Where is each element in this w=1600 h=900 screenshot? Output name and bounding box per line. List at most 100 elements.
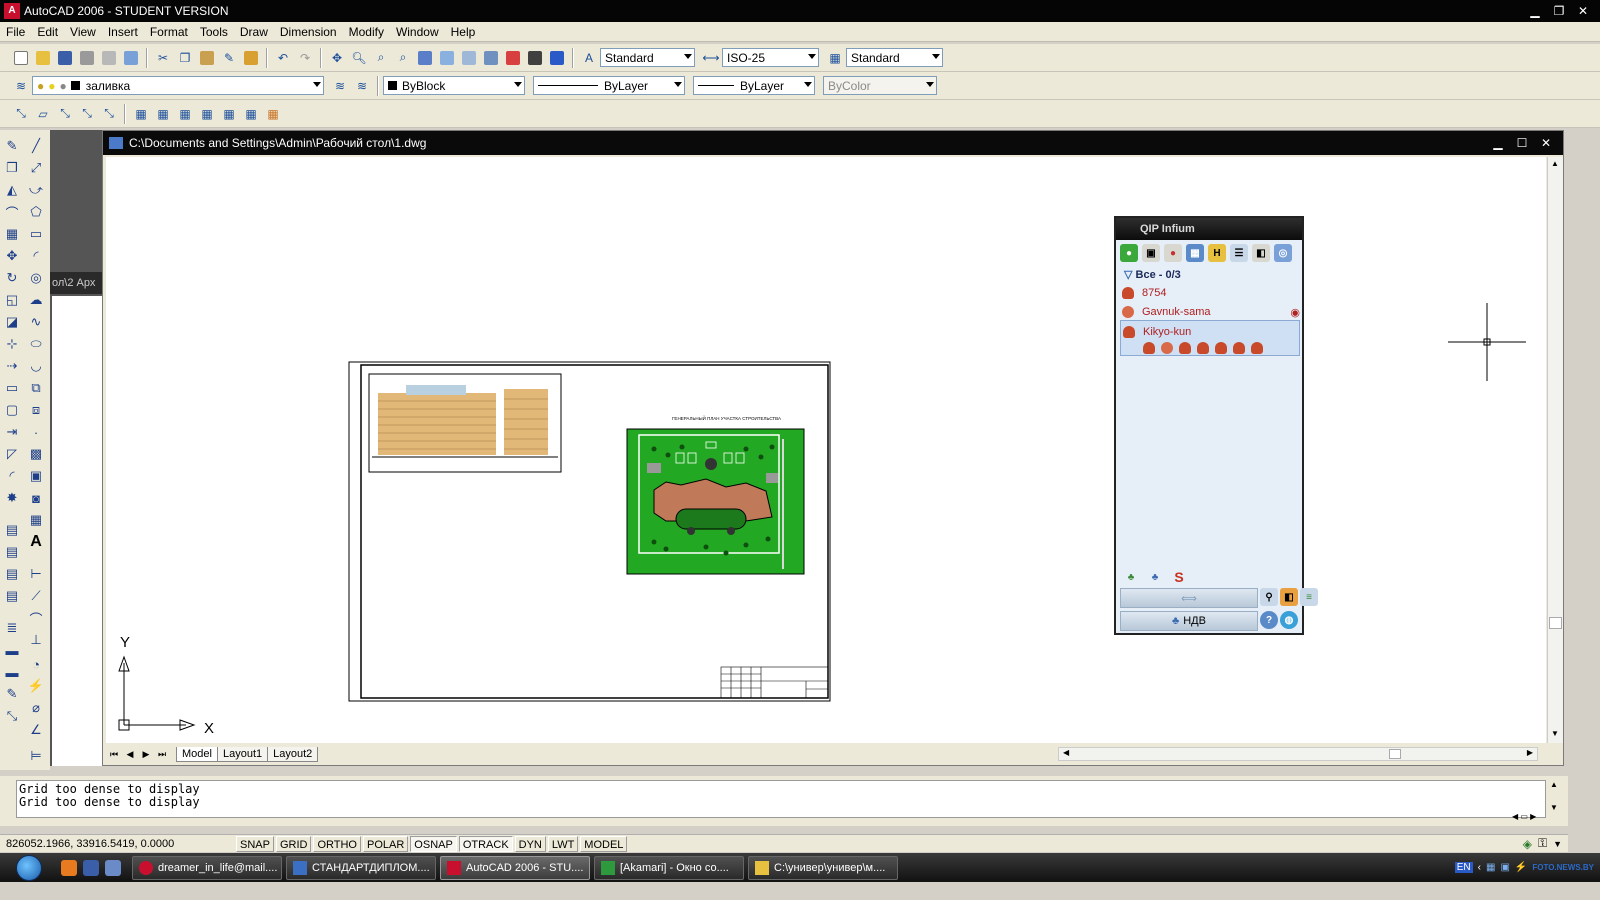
menu-dimension[interactable]: Dimension	[274, 25, 343, 39]
modify-ii-icon-5[interactable]: ⤡	[2, 706, 22, 726]
join-icon[interactable]: ⇥	[2, 422, 22, 442]
tool-palettes-icon[interactable]	[459, 48, 479, 68]
copy-icon[interactable]: ❐	[175, 48, 195, 68]
fillet-icon[interactable]: ◜	[2, 466, 22, 486]
aligned-dim-icon[interactable]: ⟋	[26, 586, 46, 606]
language-indicator[interactable]: EN	[1454, 862, 1473, 873]
qip-history-icon[interactable]: ▣	[1142, 244, 1160, 262]
snap-toggle[interactable]: SNAP	[236, 835, 274, 852]
layer-previous-icon[interactable]: ≋	[352, 76, 372, 96]
new-icon[interactable]	[11, 48, 31, 68]
qip-find-icon[interactable]: ⚲	[1260, 588, 1278, 606]
modify-ii-icon-4[interactable]: ✎	[2, 684, 22, 704]
erase-icon[interactable]: ✎	[2, 136, 22, 156]
stretch-icon[interactable]: ◪	[2, 312, 22, 332]
sheet-set-icon[interactable]	[481, 48, 501, 68]
monitor-icon[interactable]: ▣	[1500, 862, 1509, 873]
modify-ii-icon-2[interactable]: ▬	[2, 640, 22, 660]
hatch-icon[interactable]: ▩	[26, 444, 46, 464]
zoom-window-icon[interactable]: ⌕	[371, 48, 391, 68]
model-space-canvas[interactable]: ГЕНЕРАЛЬНЫЙ ПЛАН УЧАСТКА СТРОИТЕЛЬСТВА Y…	[106, 157, 1546, 743]
doc-minimize-icon[interactable]: ▁	[1487, 134, 1509, 152]
modify-ii-icon-3[interactable]: ▬	[2, 662, 22, 682]
lineweight-select[interactable]: ByLayer	[693, 76, 815, 95]
minimize-icon[interactable]: ▁	[1524, 2, 1546, 20]
dyn-toggle[interactable]: DYN	[514, 835, 546, 852]
horizontal-scrollbar[interactable]: ◀ ▶	[1058, 747, 1538, 761]
save-icon[interactable]	[55, 48, 75, 68]
quick-dim-icon[interactable]: ⊨	[26, 746, 46, 766]
jogged-icon[interactable]: ⚡	[26, 676, 46, 696]
table-icon-3[interactable]: ▦	[175, 104, 195, 124]
text-style-select[interactable]: Standard	[600, 48, 695, 67]
table-icon-2[interactable]: ▦	[153, 104, 173, 124]
menu-draw[interactable]: Draw	[234, 25, 274, 39]
array-icon[interactable]: ▦	[2, 224, 22, 244]
ellipse-icon[interactable]: ⬭	[26, 334, 46, 354]
polygon-icon[interactable]: ⬠	[26, 202, 46, 222]
match-properties-icon[interactable]: ✎	[219, 48, 239, 68]
grid-toggle[interactable]: GRID	[275, 835, 312, 852]
first-tab-icon[interactable]: ⏮	[106, 747, 122, 762]
calculator-icon[interactable]	[525, 48, 545, 68]
draworder-icon-4[interactable]: ▤	[2, 586, 22, 606]
construction-line-icon[interactable]: ⤢	[26, 158, 46, 178]
network-icon[interactable]: ▦	[1486, 862, 1495, 873]
doc-maximize-icon[interactable]: ☐	[1511, 134, 1533, 152]
menu-modify[interactable]: Modify	[343, 25, 390, 39]
menu-window[interactable]: Window	[390, 25, 445, 39]
gradient-icon[interactable]: ▣	[26, 466, 46, 486]
horizontal-scroll-thumb[interactable]	[1389, 749, 1401, 759]
polyline-icon[interactable]: ⤻	[26, 180, 46, 200]
linear-dim-icon[interactable]: ⊢	[26, 564, 46, 584]
prev-tab-icon[interactable]: ◀	[122, 747, 138, 762]
copy-object-icon[interactable]: ❐	[2, 158, 22, 178]
firefox-icon[interactable]	[61, 859, 77, 876]
command-hscroll[interactable]: ◀ ▭ ▶	[1512, 812, 1552, 822]
scroll-up-icon[interactable]: ▲	[1551, 159, 1559, 168]
break-at-point-icon[interactable]: ▭	[2, 378, 22, 398]
scroll-up-icon[interactable]: ▲	[1546, 780, 1562, 789]
scroll-left-icon[interactable]: ◀	[1063, 748, 1069, 757]
draworder-icon-3[interactable]: ▤	[2, 564, 22, 584]
scroll-down-icon[interactable]: ▼	[1546, 803, 1562, 812]
menu-file[interactable]: File	[0, 25, 31, 39]
close-icon[interactable]: ✕	[1572, 2, 1594, 20]
qip-list-icon[interactable]: ☰	[1230, 244, 1248, 262]
qip-s-icon[interactable]: S	[1170, 568, 1188, 586]
cut-icon[interactable]: ✂	[153, 48, 173, 68]
ordinate-icon[interactable]: ⊥	[26, 630, 46, 650]
help-icon[interactable]	[547, 48, 567, 68]
open-icon[interactable]	[33, 48, 53, 68]
qip-main-menu-button[interactable]: ⟺	[1120, 588, 1258, 608]
rectangle-icon[interactable]: ▭	[26, 224, 46, 244]
table-draw-icon[interactable]: ▦	[26, 510, 46, 530]
start-button[interactable]	[0, 853, 58, 882]
draworder-icon-1[interactable]: ▤	[2, 520, 22, 540]
tab-layout1[interactable]: Layout1	[216, 746, 269, 762]
otrack-toggle[interactable]: OTRACK	[458, 835, 513, 852]
line-icon[interactable]: ╱	[26, 136, 46, 156]
osnap-toggle[interactable]: OSNAP	[410, 835, 457, 852]
radius-dim-icon[interactable]: ◔	[26, 654, 46, 674]
qip-group-header[interactable]: ▽ Все - 0/3	[1124, 268, 1181, 281]
qip-add-contact-icon[interactable]: ♣	[1122, 568, 1140, 586]
layer-select[interactable]: ● ● ● заливка	[32, 76, 324, 95]
diameter-dim-icon[interactable]: ⌀	[26, 698, 46, 718]
block-editor-icon[interactable]	[241, 48, 261, 68]
insert-block-icon[interactable]: ⧉	[26, 378, 46, 398]
qip-sort-icon[interactable]: ≡	[1300, 588, 1318, 606]
tab-layout2[interactable]: Layout2	[267, 746, 319, 762]
mass-props-icon[interactable]: ⤡	[55, 104, 75, 124]
vertical-scrollbar[interactable]: ▲ ▼	[1547, 157, 1563, 743]
contact-8754[interactable]: 8754	[1122, 284, 1300, 302]
revision-cloud-icon[interactable]: ☁	[26, 290, 46, 310]
qip-help-icon[interactable]: ?	[1260, 611, 1278, 629]
redo-icon[interactable]: ↷	[295, 48, 315, 68]
point-icon[interactable]: ·	[26, 422, 46, 442]
properties-icon[interactable]	[415, 48, 435, 68]
spline-icon[interactable]: ∿	[26, 312, 46, 332]
make-block-icon[interactable]: ⧈	[26, 400, 46, 420]
qip-users-icon[interactable]: ◧	[1280, 588, 1298, 606]
qip-contacts-icon[interactable]: ▦	[1186, 244, 1204, 262]
